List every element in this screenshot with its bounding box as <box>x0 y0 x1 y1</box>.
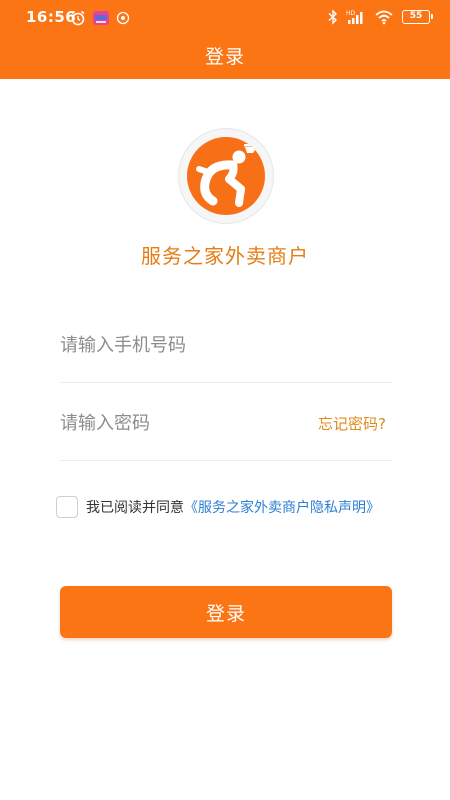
signal-hd-label: HD <box>346 10 356 17</box>
phone-input[interactable] <box>60 323 300 367</box>
wifi-icon <box>374 9 394 25</box>
login-button[interactable]: 登录 <box>60 586 392 638</box>
page-title: 登录 <box>204 46 245 68</box>
status-bar: 16:56 HD 55 <box>0 0 450 34</box>
bluetooth-icon <box>328 9 338 25</box>
phone-field-row <box>60 323 392 383</box>
app-notification-icon <box>92 10 110 26</box>
forgot-password-link[interactable]: 忘记密码? <box>318 413 386 434</box>
battery-icon: 55 <box>402 10 433 24</box>
brand-name: 服务之家外卖商户 <box>141 244 309 268</box>
agree-text: 我已阅读并同意 <box>86 500 184 516</box>
privacy-policy-link[interactable]: 《服务之家外卖商户隐私声明》 <box>184 497 380 517</box>
app-small-icon <box>116 11 130 25</box>
password-input[interactable] <box>60 401 300 445</box>
running-courier-icon <box>187 137 265 215</box>
login-screen: 16:56 HD 55 登录 服务之家外卖商户 请输入手机号码 忘记密码? 我已… <box>0 0 450 800</box>
alarm-icon <box>70 10 86 26</box>
status-system-icons: HD 55 <box>328 8 433 26</box>
status-notification-icons <box>70 9 130 27</box>
brand-logo <box>178 128 274 224</box>
app-header: 16:56 HD 55 登录 <box>0 0 450 79</box>
cell-signal-icon: HD <box>346 9 366 25</box>
status-time: 16:56 <box>26 8 77 26</box>
agree-checkbox[interactable] <box>56 496 78 518</box>
agreement-row: 我已阅读并同意 《服务之家外卖商户隐私声明》 <box>56 496 380 518</box>
password-field-row: 忘记密码? <box>60 401 392 461</box>
